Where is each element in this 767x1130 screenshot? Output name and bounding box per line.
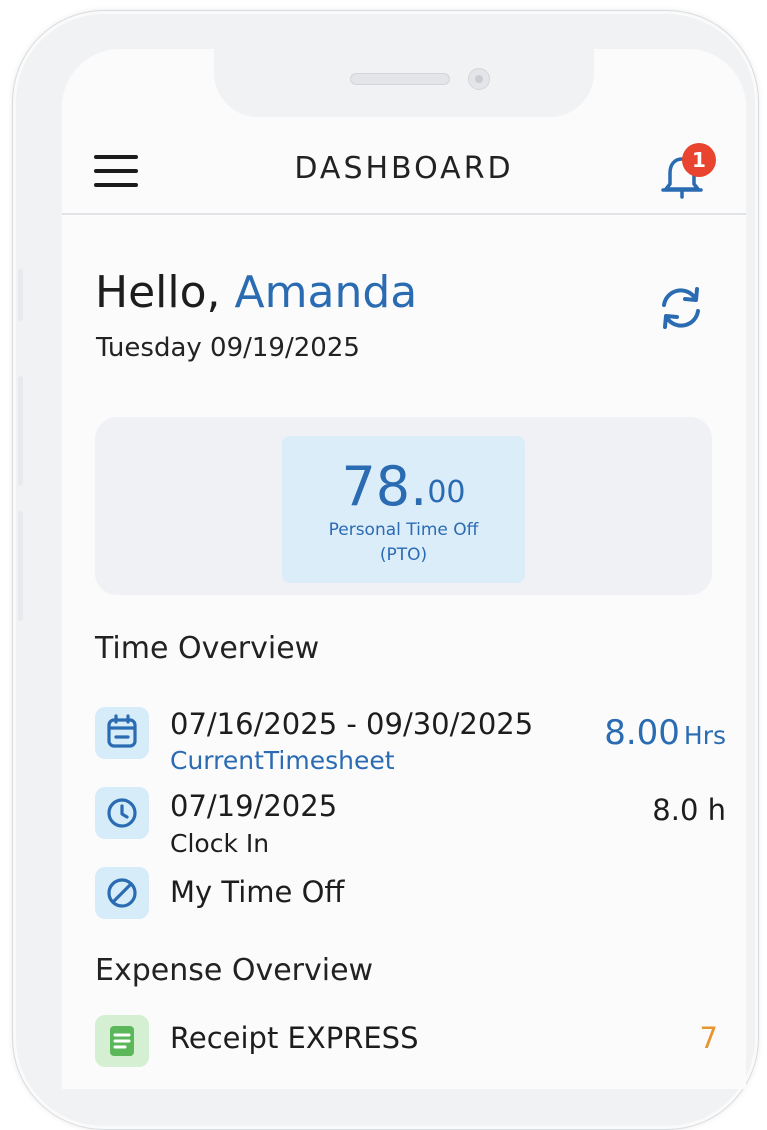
- receipt-icon: [110, 1026, 134, 1056]
- refresh-icon: [662, 287, 700, 329]
- phone-frame: DASHBOARD 1 Hello, Amanda Tuesday 09/19/…: [12, 10, 759, 1130]
- app-header: DASHBOARD 1: [62, 129, 746, 215]
- timesheet-label[interactable]: CurrentTimesheet: [170, 746, 395, 775]
- front-camera: [468, 68, 490, 90]
- clock-in-label: Clock In: [170, 829, 270, 858]
- no-entry-icon: [107, 878, 137, 908]
- time-overview-title: Time Overview: [95, 631, 320, 666]
- timesheet-hours-unit: Hrs: [683, 721, 726, 750]
- current-date: Tuesday 09/19/2025: [96, 333, 360, 363]
- time-off-icon-tile: [95, 867, 149, 919]
- receipt-express-count: 7: [699, 1021, 718, 1055]
- my-time-off-label: My Time Off: [170, 875, 345, 909]
- notifications-button[interactable]: 1: [654, 143, 718, 203]
- device-volume-up-button: [18, 376, 23, 486]
- clock-icon: [107, 798, 137, 828]
- device-side-button: [18, 269, 23, 321]
- expense-overview-title: Expense Overview: [95, 953, 374, 988]
- greeting-hello: Hello,: [95, 267, 221, 318]
- notification-badge: 1: [682, 143, 716, 177]
- pto-balance-whole: 78.: [341, 455, 428, 518]
- clock-icon-tile: [95, 787, 149, 839]
- speaker-grill: [350, 73, 450, 85]
- timesheet-hours-value: 8.00: [604, 713, 680, 753]
- device-notch: [214, 49, 594, 117]
- timesheet-range: 07/16/2025 - 09/30/2025: [170, 707, 534, 741]
- pto-label-line1: Personal Time Off: [328, 520, 479, 540]
- page-title: DASHBOARD: [294, 151, 514, 186]
- app-screen: DASHBOARD 1 Hello, Amanda Tuesday 09/19/…: [62, 49, 746, 1089]
- pto-panel: 78.00 Personal Time Off (PTO): [95, 417, 712, 595]
- user-name: Amanda: [234, 267, 418, 318]
- pto-card[interactable]: 78.00 Personal Time Off (PTO): [282, 436, 525, 583]
- calendar-icon-tile: [95, 707, 149, 759]
- timesheet-hours: 8.00 Hrs: [604, 713, 726, 753]
- clock-in-hours: 8.0 h: [652, 793, 726, 827]
- refresh-button[interactable]: [654, 281, 708, 335]
- receipt-express-label: Receipt EXPRESS: [170, 1021, 419, 1055]
- pto-balance: 78.00: [282, 458, 525, 516]
- calendar-icon: [107, 714, 137, 748]
- pto-balance-decimal: 00: [427, 475, 466, 510]
- pto-label-line2: (PTO): [379, 545, 428, 565]
- device-volume-down-button: [18, 511, 23, 621]
- receipt-icon-tile: [95, 1015, 149, 1067]
- clock-in-date: 07/19/2025: [170, 789, 338, 823]
- greeting-heading: Hello, Amanda: [95, 267, 417, 318]
